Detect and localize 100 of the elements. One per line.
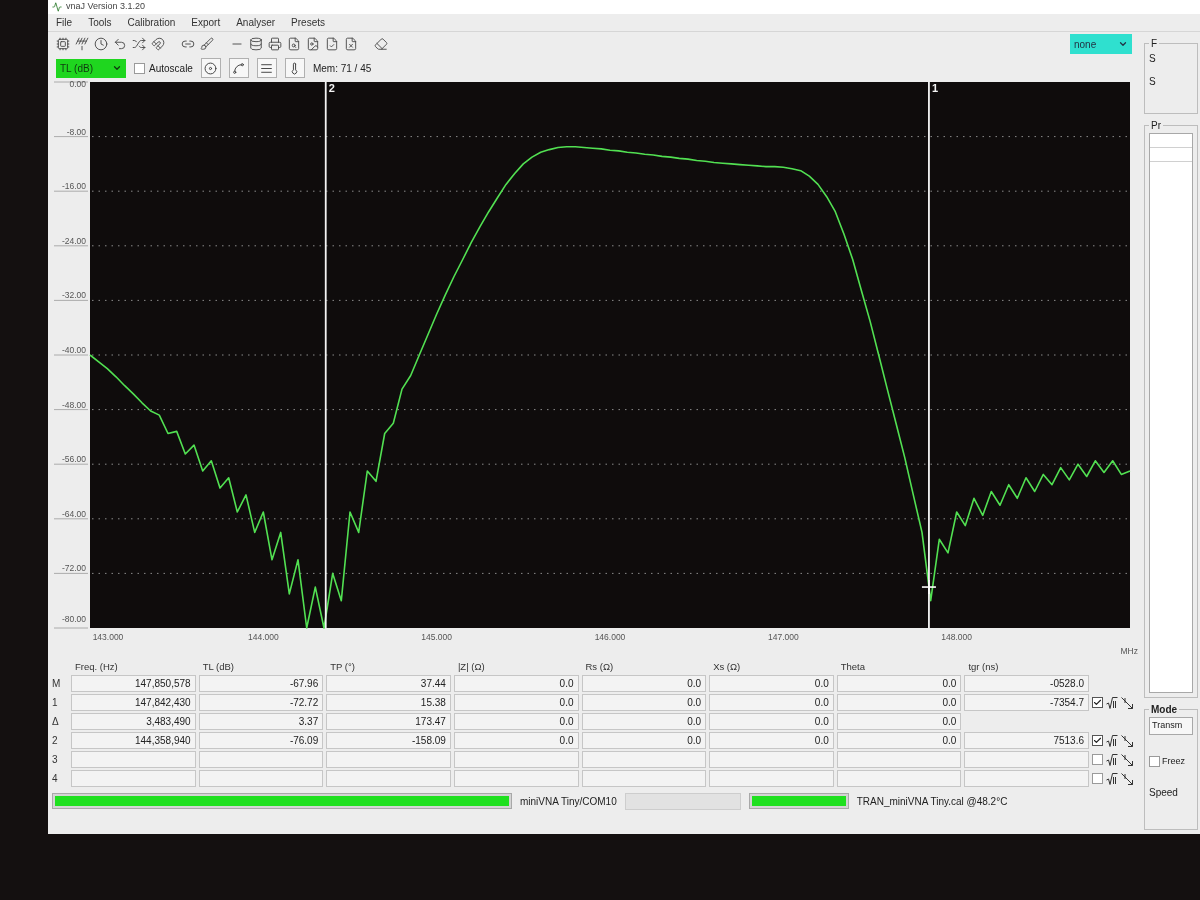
value-field: 0.0 — [709, 713, 834, 730]
checkbox-label[interactable]: Freez — [1162, 755, 1185, 769]
value-field: -158.09 — [326, 732, 451, 749]
value-field: -7354.7 — [964, 694, 1089, 711]
mode-dropdown[interactable]: Transm — [1149, 717, 1193, 735]
select-dropdown[interactable]: none — [1070, 34, 1132, 54]
toolbar-button[interactable] — [284, 58, 305, 78]
group-title: Mode — [1150, 703, 1179, 717]
checkbox[interactable] — [1092, 754, 1103, 765]
device-label: miniVNA Tiny/COM10 — [520, 794, 617, 809]
x-axis-unit: MHz — [1120, 646, 1138, 656]
file-check-icon[interactable] — [325, 37, 339, 51]
y-axis-label: -8.00 — [66, 126, 86, 137]
checkbox[interactable] — [1092, 773, 1103, 784]
caret-icon — [112, 63, 122, 73]
checkbox[interactable] — [1092, 697, 1103, 708]
row-label: 3 — [52, 753, 59, 767]
undo-arrow-icon[interactable] — [113, 37, 127, 51]
marker-line[interactable] — [928, 81, 930, 629]
radical-sign-icon[interactable] — [1106, 696, 1118, 709]
x-axis-label: 146.000 — [594, 632, 626, 642]
value-field: 0.0 — [836, 732, 962, 749]
value-field: 3,483,490 — [71, 713, 196, 730]
clock-icon[interactable] — [94, 37, 108, 51]
toolbar-button[interactable] — [228, 58, 249, 78]
value-field: 173.47 — [326, 713, 451, 730]
value-field: 37.44 — [326, 675, 451, 692]
value-field: -67.96 — [198, 675, 324, 692]
value-field: 0.0 — [709, 732, 834, 749]
diagonal-arrow-icon[interactable] — [1121, 772, 1133, 785]
diagonal-arrow-icon[interactable] — [1121, 696, 1133, 709]
menu-item[interactable]: File — [56, 15, 73, 30]
magnet-icon[interactable] — [151, 37, 165, 51]
marker-line[interactable] — [324, 81, 327, 629]
pulse-icon — [52, 2, 62, 12]
radical-sign-icon[interactable] — [1106, 753, 1118, 766]
value-field: 0.0 — [581, 713, 707, 730]
column-header: TP (°) — [329, 660, 356, 674]
marker-label: 1 — [931, 82, 939, 95]
checkbox[interactable] — [1092, 735, 1103, 746]
menu-item[interactable]: Calibration — [127, 15, 176, 30]
x-axis-label: 147.000 — [767, 632, 799, 642]
file-image-icon[interactable] — [306, 37, 320, 51]
row-label: Δ — [52, 715, 60, 729]
column-header: Rs (Ω) — [584, 660, 615, 674]
menu-item[interactable]: Export — [191, 15, 221, 30]
toolbar-button[interactable] — [200, 58, 221, 78]
calibration-label: TRAN_miniVNA Tiny.cal @48.2°C — [856, 794, 1008, 809]
radical-sign-icon[interactable] — [1106, 734, 1118, 747]
radical-sign-icon[interactable] — [1106, 772, 1118, 785]
x-axis-label: 144.000 — [247, 632, 279, 642]
diagonal-arrow-icon[interactable] — [1121, 734, 1133, 747]
value-field: 144,358,940 — [71, 732, 196, 749]
menu-item[interactable]: Analyser — [236, 15, 276, 30]
value-field: 0.0 — [453, 694, 579, 711]
database-icon[interactable] — [249, 37, 263, 51]
column-header: Theta — [839, 660, 867, 674]
row-label: 1 — [52, 696, 59, 710]
x-axis-label: 148.000 — [941, 632, 973, 642]
option-label[interactable]: S — [1149, 74, 1193, 89]
row-label: 2 — [52, 734, 59, 748]
diagonal-arrow-icon[interactable] — [1121, 753, 1133, 766]
group-title: F — [1150, 37, 1159, 51]
file-search-icon[interactable] — [287, 37, 301, 51]
option-label[interactable]: S — [1149, 51, 1193, 66]
scale-dropdown[interactable]: TL (dB) — [56, 58, 126, 78]
value-field: 3.37 — [198, 713, 324, 730]
column-header: |Z| (Ω) — [456, 660, 486, 674]
window-title: vnaJ Version 3.1.20 — [66, 0, 146, 14]
y-axis-label: 0.00 — [69, 80, 86, 89]
checkmark-icon — [1093, 736, 1102, 745]
value-field: -76.09 — [198, 732, 324, 749]
group-title: Pr — [1150, 119, 1162, 133]
value-field: 0.0 — [581, 675, 707, 692]
y-axis-label: -72.00 — [61, 563, 86, 574]
y-axis-label: -32.00 — [61, 290, 86, 301]
value-field: 0.0 — [581, 732, 707, 749]
eraser-icon[interactable] — [374, 37, 388, 51]
column-header: Xs (Ω) — [712, 660, 742, 674]
toolbar-button[interactable] — [256, 58, 277, 78]
shuffle-icon[interactable] — [132, 37, 146, 51]
checkbox[interactable] — [134, 62, 145, 74]
chip-icon[interactable] — [56, 37, 70, 51]
checkbox[interactable] — [1149, 756, 1160, 768]
y-axis-label: -64.00 — [61, 508, 86, 519]
link-icon[interactable] — [181, 37, 195, 51]
value-field: -0528.0 — [964, 675, 1089, 692]
x-axis-label: 143.000 — [92, 632, 124, 642]
menu-item[interactable]: Presets — [291, 15, 325, 30]
disc-icon — [204, 61, 218, 75]
value-field: 0.0 — [581, 694, 707, 711]
brush-icon[interactable] — [200, 37, 214, 51]
value-field: 0.0 — [836, 675, 962, 692]
value-field: -72.72 — [198, 694, 324, 711]
file-x-icon[interactable] — [344, 37, 358, 51]
printer-icon[interactable] — [268, 37, 282, 51]
antenna-icon[interactable] — [75, 37, 89, 51]
checkbox-label[interactable]: Autoscale — [149, 60, 193, 76]
menu-item[interactable]: Tools — [88, 15, 112, 30]
speed-label: Speed — [1149, 785, 1179, 800]
